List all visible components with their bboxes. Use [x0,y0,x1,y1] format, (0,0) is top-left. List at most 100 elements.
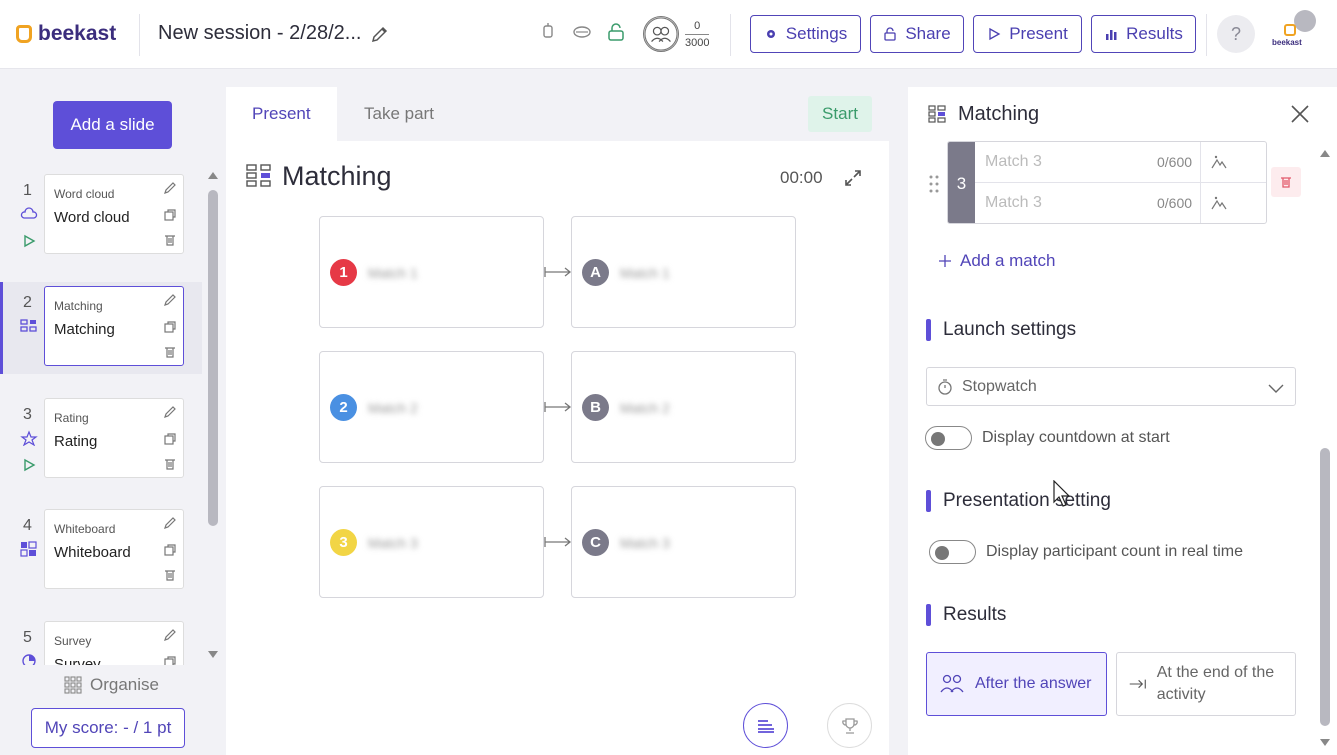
pencil-icon[interactable] [370,24,390,44]
slide-card[interactable]: Survey Survey [44,621,184,665]
unlock-icon[interactable] [606,22,626,42]
match-input-row[interactable]: Match 3 0/600 [975,142,1266,183]
settings-scrollbar[interactable] [1318,142,1332,752]
match-input-row[interactable]: Match 3 0/600 [975,183,1266,223]
slide-item[interactable]: 5 Survey Survey [0,617,202,665]
tab-present[interactable]: Present [226,87,337,141]
scrollbar-thumb[interactable] [208,190,218,526]
session-title[interactable]: New session - 2/28/2... [158,22,361,45]
gear-icon [766,30,775,38]
scrollbar-thumb[interactable] [1320,448,1330,726]
fullscreen-icon[interactable] [843,168,863,188]
organise-button[interactable]: Organise [64,675,159,695]
slide-item[interactable]: 4 Whiteboard Whiteboard [0,505,202,597]
play-icon[interactable] [22,234,36,248]
participants-counter[interactable]: 0 3000 [643,16,710,52]
pencil-icon[interactable] [163,628,177,642]
microphone-icon[interactable] [538,22,558,42]
organise-label: Organise [90,675,159,694]
section-marker [926,319,931,341]
slide-item[interactable]: 1 Word cloud Word cloud [0,170,202,262]
settings-button[interactable]: Settings [750,15,861,53]
add-slide-button[interactable]: Add a slide [53,101,172,149]
match-text: Match 2 [620,400,670,416]
duplicate-icon[interactable] [163,655,177,665]
grid-icon [64,676,82,694]
share-button[interactable]: Share [870,15,964,53]
pencil-icon[interactable] [163,516,177,530]
score-button[interactable]: My score: - / 1 pt [31,708,185,748]
mask-icon[interactable] [572,22,592,42]
match-left-item: 1 Match 1 [319,216,544,328]
results-heading: Results [926,604,1006,626]
pencil-icon[interactable] [163,181,177,195]
slide-card[interactable]: Whiteboard Whiteboard [44,509,184,589]
slide-name: Rating [54,433,98,450]
present-button[interactable]: Present [973,15,1082,53]
timer: 00:00 [780,168,823,187]
match-input-1[interactable]: Match 3 [985,153,1042,171]
after-answer-label: After the answer [975,675,1092,692]
slide-card[interactable]: Rating Rating [44,398,184,478]
duplicate-icon[interactable] [163,320,177,334]
duplicate-icon[interactable] [163,432,177,446]
match-number-badge: 3 [330,529,357,556]
trash-icon[interactable] [163,568,177,582]
pie-chart-icon [22,654,36,665]
chat-bubble-icon [1294,10,1316,32]
list-view-button[interactable] [743,703,788,748]
slides-list: 1 Word cloud Word cloud 2 Matching Match… [0,170,202,665]
delete-match-button[interactable] [1271,167,1301,197]
trophy-icon [841,717,858,734]
add-match-label: Add a match [960,251,1056,270]
duplicate-icon[interactable] [163,543,177,557]
image-icon[interactable] [1211,195,1227,211]
pencil-icon[interactable] [163,405,177,419]
results-end-activity-option[interactable]: At the end of the activity [1116,652,1296,716]
match-text: Match 3 [368,535,418,551]
scroll-up-icon[interactable] [1319,148,1331,158]
scroll-down-icon[interactable] [207,650,219,660]
trash-icon[interactable] [163,233,177,247]
add-match-button[interactable]: Add a match [938,251,1055,271]
scroll-down-icon[interactable] [1319,738,1331,748]
trash-icon[interactable] [163,345,177,359]
participant-count-toggle[interactable] [929,540,976,564]
brand-small-text: beekast [1272,38,1302,47]
matching-icon [246,164,271,187]
slide-card[interactable]: Word cloud Word cloud [44,174,184,254]
match-number-badge: 1 [330,259,357,286]
match-input-2[interactable]: Match 3 [985,194,1042,212]
scroll-up-icon[interactable] [207,170,219,180]
help-button[interactable]: ? [1217,15,1255,53]
preview-tabs: Present Take part Start [226,87,889,141]
arrow-to-end-icon [1129,679,1146,689]
slide-type: Survey [54,634,92,648]
account-avatar[interactable]: beekast [1270,10,1318,56]
close-icon[interactable] [1289,103,1311,125]
beekast-logo[interactable]: beekast [16,22,116,46]
start-button[interactable]: Start [808,96,872,132]
slide-item[interactable]: 3 Rating Rating [0,394,202,486]
slides-scrollbar[interactable] [207,170,219,665]
status-icons [538,22,626,42]
arrow-right-icon [544,267,572,277]
results-button[interactable]: Results [1091,15,1196,53]
drag-handle-icon[interactable] [928,174,940,194]
play-icon[interactable] [22,458,36,472]
results-after-answer-option[interactable]: After the answer [926,652,1107,716]
launch-settings-heading: Launch settings [926,319,1076,341]
bar-chart-icon [1106,30,1117,40]
slide-item[interactable]: 2 Matching Matching [0,282,202,374]
countdown-toggle[interactable] [925,426,972,450]
trash-icon[interactable] [163,457,177,471]
timer-mode-select[interactable]: Stopwatch [926,367,1296,406]
leaderboard-button[interactable] [827,703,872,748]
tab-take-part[interactable]: Take part [338,87,460,141]
slide-card[interactable]: Matching Matching [44,286,184,366]
duplicate-icon[interactable] [163,208,177,222]
cloud-icon [20,207,38,219]
pencil-icon[interactable] [163,293,177,307]
match-item-editor: 3 Match 3 0/600 Match 3 0/600 [947,141,1267,224]
image-icon[interactable] [1211,154,1227,170]
